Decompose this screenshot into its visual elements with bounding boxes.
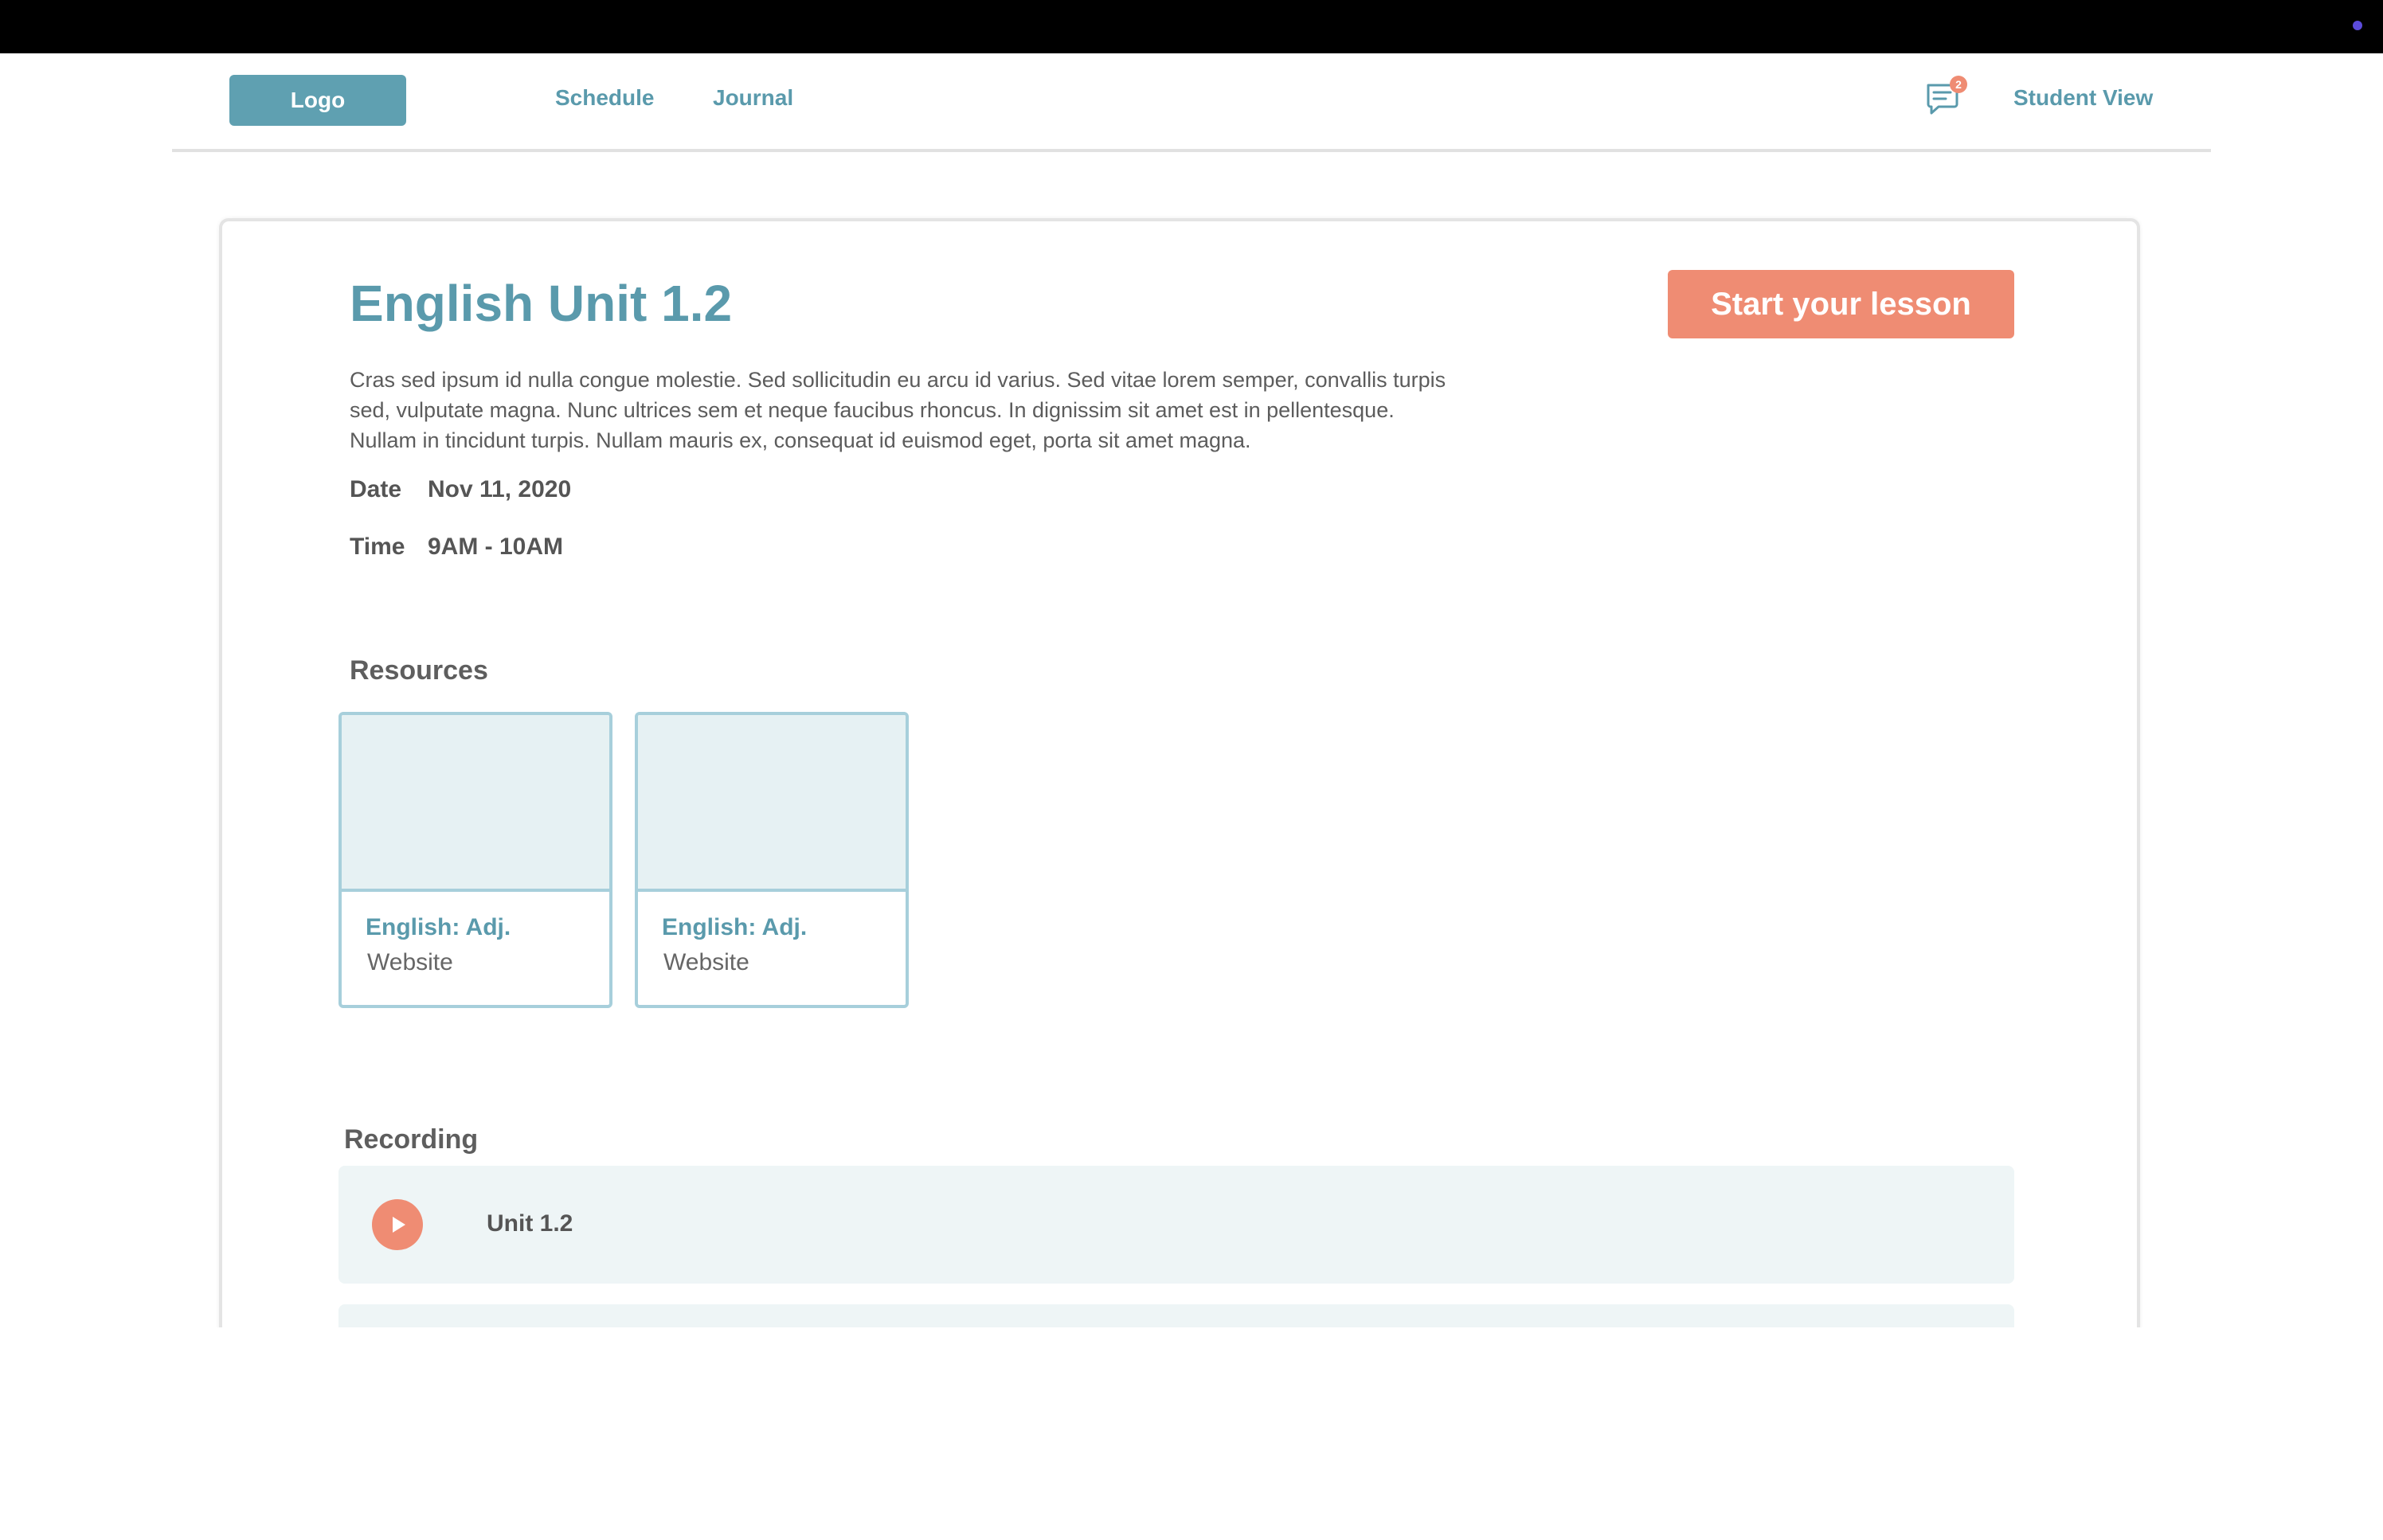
resource-card[interactable]: English: Adj. Website xyxy=(338,712,612,1008)
page-title: English Unit 1.2 xyxy=(350,275,733,332)
lesson-card: English Unit 1.2 Start your lesson Cras … xyxy=(219,218,2140,1368)
recording-item[interactable]: Unit 1.2 xyxy=(338,1166,2014,1284)
resource-title: English: Adj. xyxy=(366,914,511,940)
time-label: Time xyxy=(350,534,405,560)
nav-link-schedule[interactable]: Schedule xyxy=(555,85,654,111)
messages-badge: 2 xyxy=(1950,76,1967,93)
resources-heading: Resources xyxy=(350,655,488,686)
time-row: Time 9AM - 10AM xyxy=(350,534,563,561)
resource-thumbnail xyxy=(638,715,906,892)
resource-type: Website xyxy=(663,949,749,975)
date-row: Date Nov 11, 2020 xyxy=(350,476,571,503)
student-view-link[interactable]: Student View xyxy=(2013,85,2153,111)
resource-thumbnail xyxy=(342,715,609,892)
recording-label: Unit 1.2 xyxy=(487,1210,573,1237)
nav-link-journal[interactable]: Journal xyxy=(713,85,793,111)
top-bar xyxy=(0,0,2383,53)
resource-card[interactable]: English: Adj. Website xyxy=(635,712,909,1008)
date-label: Date xyxy=(350,476,402,502)
page-bottom-area xyxy=(0,1327,2383,1540)
start-lesson-button[interactable]: Start your lesson xyxy=(1668,270,2014,338)
recording-heading: Recording xyxy=(344,1124,479,1155)
resource-type: Website xyxy=(367,949,453,975)
time-value: 9AM - 10AM xyxy=(428,534,564,560)
resource-title: English: Adj. xyxy=(662,914,808,940)
navigation-bar: Logo Schedule Journal 2 Student View xyxy=(172,53,2211,152)
indicator-dot xyxy=(2353,21,2362,30)
play-icon[interactable] xyxy=(372,1199,423,1250)
lesson-description: Cras sed ipsum id nulla congue molestie.… xyxy=(350,368,1446,452)
logo-button[interactable]: Logo xyxy=(229,75,406,126)
date-value: Nov 11, 2020 xyxy=(428,476,572,502)
